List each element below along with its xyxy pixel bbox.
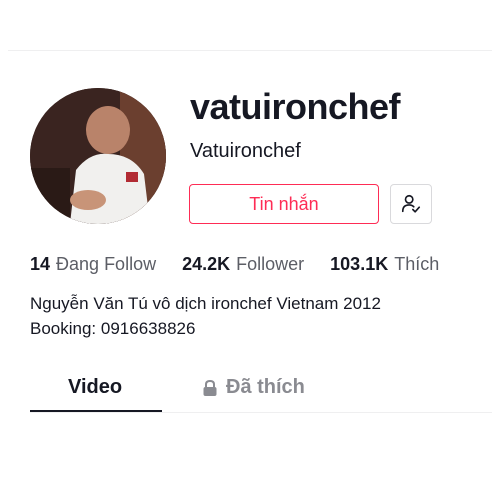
profile-stats: 14 Đang Follow 24.2K Follower 103.1K Thích <box>30 254 439 275</box>
username: vatuironchef <box>190 86 401 127</box>
stat-following[interactable]: 14 Đang Follow <box>30 254 156 275</box>
tab-liked-label: Đã thích <box>226 376 305 398</box>
user-check-icon <box>401 194 421 213</box>
chef-avatar-image <box>30 88 166 224</box>
bio-line-2: Booking: 0916638826 <box>30 319 196 338</box>
tab-liked[interactable]: Đã thích <box>202 376 305 399</box>
stat-following-label: Đang Follow <box>56 254 157 274</box>
stat-followers[interactable]: 24.2K Follower <box>182 254 304 275</box>
bio-line-1: Nguyễn Văn Tú vô dịch ironchef Vietnam 2… <box>30 294 381 313</box>
tabs-divider <box>30 412 492 413</box>
tab-video[interactable]: Video <box>68 376 122 399</box>
stat-following-value: 14 <box>30 254 51 274</box>
profile-tabs: Video Đã thích <box>30 370 492 414</box>
stat-followers-label: Follower <box>236 254 305 274</box>
lock-icon <box>203 379 217 396</box>
stat-likes-label: Thích <box>394 254 440 274</box>
tab-video-label: Video <box>68 376 123 398</box>
stat-followers-value: 24.2K <box>182 254 231 274</box>
stat-likes: 103.1K Thích <box>330 254 439 275</box>
avatar[interactable] <box>30 88 166 224</box>
follow-status-button[interactable] <box>390 184 432 224</box>
profile-bio: Nguyễn Văn Tú vô dịch ironchef Vietnam 2… <box>30 291 470 341</box>
stat-likes-value: 103.1K <box>330 254 389 274</box>
active-tab-indicator <box>30 410 162 412</box>
nickname: Vatuironchef <box>190 140 301 162</box>
header-divider <box>8 50 492 51</box>
message-button[interactable]: Tin nhắn <box>189 184 379 224</box>
